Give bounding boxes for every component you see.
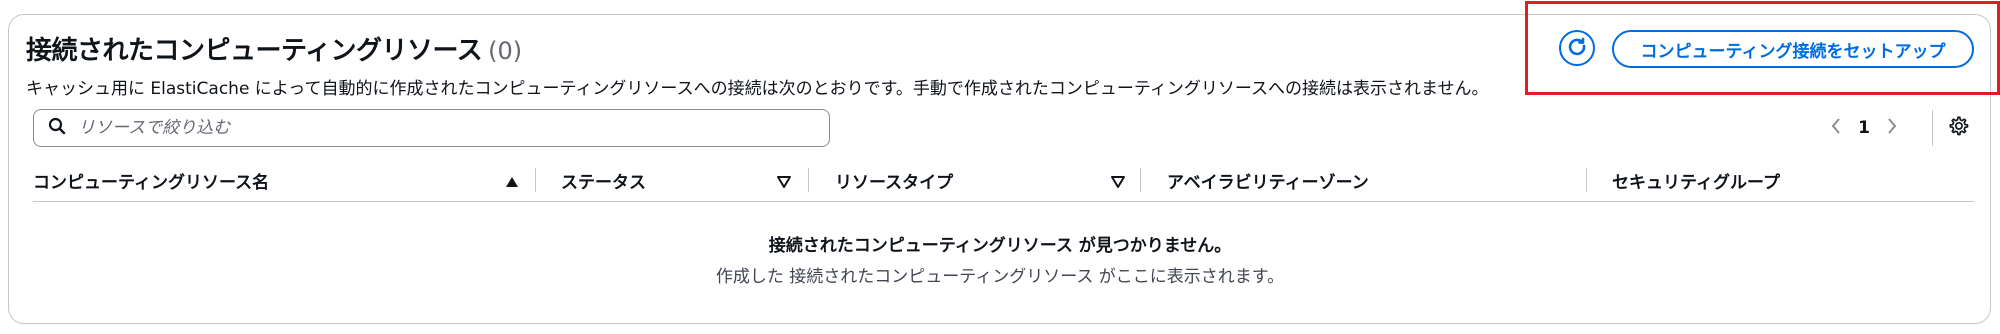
pagination-divider — [1932, 110, 1933, 146]
search-icon — [48, 117, 66, 139]
column-divider — [808, 168, 809, 192]
column-header-resource-name[interactable]: コンピューティングリソース名 — [33, 160, 533, 200]
previous-page-button[interactable] — [1825, 116, 1847, 140]
next-page-button[interactable] — [1881, 116, 1903, 140]
empty-state-title: 接続されたコンピューティングリソース が見つかりません。 — [768, 236, 1232, 256]
column-header-availability-zone[interactable]: アベイラビリティーゾーン — [1167, 160, 1587, 200]
column-header-status[interactable]: ステータス — [561, 160, 811, 200]
setup-compute-connection-button[interactable]: コンピューティング接続をセットアップ — [1612, 30, 1974, 68]
table-settings-button[interactable] — [1945, 115, 1971, 141]
column-header-resource-type[interactable]: リソースタイプ — [835, 160, 1165, 200]
page-title: 接続されたコンピューティングリソース — [26, 36, 483, 66]
column-header-security-group[interactable]: セキュリティグループ — [1612, 160, 1972, 200]
pagination: 1 — [1825, 114, 1903, 142]
column-divider — [535, 168, 536, 192]
search-box[interactable] — [33, 109, 830, 147]
empty-state-description: 作成した 接続されたコンピューティングリソース がここに表示されます。 — [715, 267, 1285, 287]
refresh-button[interactable] — [1559, 30, 1595, 66]
header-description: キャッシュ用に ElastiCache によって自動的に作成されたコンピューティ… — [26, 79, 1489, 99]
refresh-icon — [1567, 36, 1587, 60]
column-divider — [1586, 168, 1587, 192]
header-title-row: 接続されたコンピューティングリソース (0) — [26, 30, 522, 67]
resource-count: (0) — [488, 37, 523, 65]
table-header-row: コンピューティングリソース名 ステータス リソースタイプ アベイラビリティーゾー… — [33, 160, 1974, 202]
sort-descending-icon[interactable] — [777, 173, 791, 193]
chevron-right-icon — [1886, 116, 1898, 140]
gear-icon — [1947, 115, 1969, 141]
chevron-left-icon — [1830, 116, 1842, 140]
page-number-current[interactable]: 1 — [1847, 118, 1881, 138]
sort-ascending-icon[interactable] — [505, 173, 519, 193]
sort-descending-icon[interactable] — [1111, 173, 1125, 193]
search-input[interactable] — [76, 117, 780, 139]
column-divider — [1140, 168, 1141, 192]
